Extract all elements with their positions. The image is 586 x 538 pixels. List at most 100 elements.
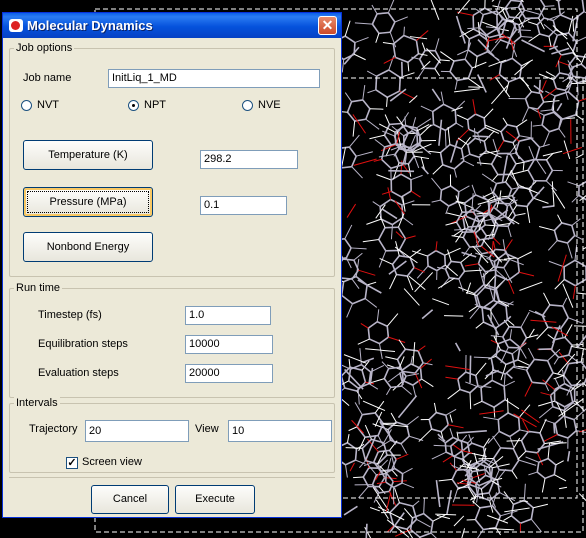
bond <box>388 169 415 173</box>
bond <box>386 326 390 338</box>
bond <box>443 255 447 266</box>
pressure-button-label: Pressure (MPa) <box>49 196 127 208</box>
bond <box>384 472 388 483</box>
bond <box>549 304 563 307</box>
temperature-button[interactable]: Temperature (K) <box>23 140 153 170</box>
bond <box>544 5 555 7</box>
dialog-title-bar[interactable]: Molecular Dynamics ✕ <box>3 13 341 38</box>
pressure-input[interactable]: 0.1 <box>200 196 287 215</box>
bond <box>507 398 509 413</box>
bond <box>401 473 404 484</box>
checkmark-icon: ✓ <box>67 457 77 469</box>
execute-button[interactable]: Execute <box>175 485 255 514</box>
bond <box>516 204 528 208</box>
timestep-label: Timestep (fs) <box>38 309 102 321</box>
bond <box>342 258 354 261</box>
bond <box>353 476 364 479</box>
bond <box>577 82 579 96</box>
bond <box>439 190 443 201</box>
bond <box>483 117 487 128</box>
job-options-group: Job options Job name InitLiq_1_MD NVT NP… <box>9 42 335 277</box>
bond <box>377 11 389 15</box>
intervals-legend: Intervals <box>14 397 60 409</box>
dialog-title: Molecular Dynamics <box>27 18 153 33</box>
run-time-legend: Run time <box>14 282 63 294</box>
footer-separator <box>9 477 335 478</box>
bond <box>394 132 397 145</box>
bond <box>495 248 506 252</box>
bond <box>503 386 506 400</box>
radio-nvt[interactable] <box>21 100 32 111</box>
bond <box>469 355 472 383</box>
cancel-button-label: Cancel <box>112 493 148 505</box>
bond <box>435 513 457 516</box>
bond <box>354 449 358 461</box>
close-button[interactable]: ✕ <box>318 16 337 35</box>
view-input[interactable]: 10 <box>228 420 332 442</box>
pressure-button[interactable]: Pressure (MPa) <box>23 187 153 217</box>
bond <box>403 26 405 36</box>
nonbond-energy-button[interactable]: Nonbond Energy <box>23 232 153 262</box>
bond <box>431 111 435 125</box>
bond <box>444 130 447 147</box>
bond <box>538 79 541 94</box>
bond <box>469 392 472 410</box>
close-icon: ✕ <box>321 17 334 33</box>
bond <box>509 16 519 19</box>
bond <box>416 130 419 144</box>
radio-nvt-label[interactable]: NVT <box>37 99 59 111</box>
trajectory-input[interactable]: 20 <box>85 420 189 442</box>
view-label: View <box>195 423 219 435</box>
trajectory-label: Trajectory <box>29 423 78 435</box>
screen-view-label[interactable]: Screen view <box>82 456 142 468</box>
bond <box>497 419 500 432</box>
bond <box>454 110 457 124</box>
bond <box>493 266 504 269</box>
bond <box>365 523 368 538</box>
bond <box>553 422 556 434</box>
bond <box>469 245 482 248</box>
radio-npt[interactable] <box>128 100 139 111</box>
temperature-button-label: Temperature (K) <box>48 149 128 161</box>
screen-view-checkbox[interactable]: ✓ <box>66 457 78 469</box>
equilibration-steps-input[interactable]: 10000 <box>185 335 273 354</box>
molecular-dynamics-dialog: Molecular Dynamics ✕ Job options Job nam… <box>2 12 342 518</box>
bond <box>484 224 495 227</box>
evaluation-steps-label: Evaluation steps <box>38 367 119 379</box>
evaluation-steps-input[interactable]: 20000 <box>185 364 273 383</box>
bond <box>460 441 464 451</box>
bond <box>480 387 483 402</box>
nonbond-energy-button-label: Nonbond Energy <box>46 241 130 253</box>
bond <box>500 447 514 450</box>
bond <box>451 260 461 264</box>
bond <box>378 31 391 35</box>
bond <box>517 418 521 430</box>
radio-nve[interactable] <box>242 100 253 111</box>
bond <box>510 0 521 3</box>
execute-button-label: Execute <box>195 493 235 505</box>
app-icon <box>9 19 23 32</box>
radio-nve-label[interactable]: NVE <box>258 99 281 111</box>
bond <box>519 500 528 502</box>
bond <box>389 122 402 126</box>
bond <box>466 119 470 130</box>
bond <box>369 108 384 110</box>
cancel-button[interactable]: Cancel <box>91 485 169 514</box>
run-time-group: Run time Timestep (fs) 1.0 Equilibration… <box>9 282 335 398</box>
job-options-legend: Job options <box>14 42 75 54</box>
intervals-group: Intervals Trajectory 20 View 10 ✓ Screen… <box>9 397 335 473</box>
job-name-label: Job name <box>23 72 72 84</box>
bond <box>472 135 491 138</box>
bond <box>419 368 423 380</box>
equilibration-steps-label: Equilibration steps <box>38 338 128 350</box>
radio-npt-label[interactable]: NPT <box>144 99 166 111</box>
bond <box>404 116 407 126</box>
timestep-input[interactable]: 1.0 <box>185 306 271 325</box>
bond <box>426 256 429 267</box>
temperature-input[interactable]: 298.2 <box>200 150 298 169</box>
bond <box>398 77 402 92</box>
bond <box>468 225 480 228</box>
job-name-input[interactable]: InitLiq_1_MD <box>108 69 320 88</box>
bond <box>367 328 371 340</box>
bond <box>444 442 447 453</box>
